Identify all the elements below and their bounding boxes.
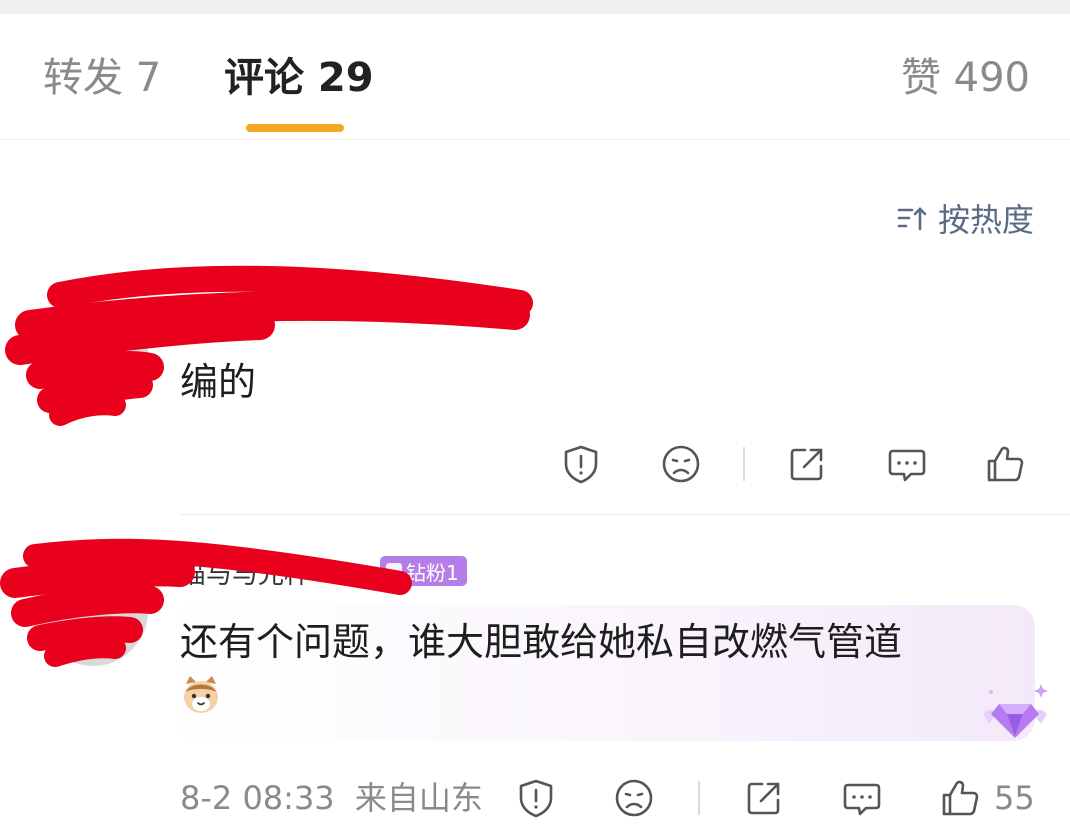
- action-separator: [698, 781, 700, 815]
- dislike-button[interactable]: [655, 438, 707, 490]
- sort-by-hot-button[interactable]: 按热度: [896, 196, 1034, 240]
- avatar[interactable]: [38, 300, 148, 410]
- active-tab-indicator: [246, 124, 344, 132]
- status-strip: [0, 0, 1070, 14]
- tab-reposts[interactable]: 转发 7: [43, 54, 161, 102]
- tab-comments[interactable]: 评论 29: [224, 54, 374, 102]
- reply-button[interactable]: [881, 438, 933, 490]
- comment-date: 8-2 08:33: [180, 779, 335, 817]
- sort-icon: [897, 207, 927, 231]
- comment-text: 还有个问题，谁大胆敢给她私自改燃气管道: [180, 620, 903, 664]
- username[interactable]: [180, 302, 500, 334]
- share-icon: [790, 448, 823, 481]
- like-button[interactable]: [934, 772, 986, 824]
- share-button[interactable]: [738, 772, 790, 824]
- dislike-button[interactable]: [608, 772, 660, 824]
- comment-text: 编的: [180, 360, 257, 404]
- like-button[interactable]: [979, 438, 1031, 490]
- dislike-icon: [615, 779, 653, 817]
- badge-icon: [386, 563, 402, 579]
- action-separator: [743, 447, 745, 481]
- reply-icon: [843, 783, 881, 816]
- like-count: 55: [994, 779, 1035, 817]
- diamond-fan-icon: [983, 684, 1048, 738]
- sort-label: 按热度: [937, 201, 1034, 239]
- report-button[interactable]: [510, 772, 562, 824]
- comment-divider: [180, 514, 1070, 515]
- dislike-icon: [662, 445, 700, 483]
- username[interactable]: 猫与与光杯: [180, 554, 310, 591]
- like-icon: [987, 446, 1024, 482]
- comment-location: 来自山东: [354, 779, 483, 817]
- comment-meta: 8-2 08:33 来自山东: [180, 776, 483, 820]
- reply-icon: [888, 449, 926, 482]
- comment-actions: 55: [510, 772, 1035, 824]
- badge-label: 钻粉1: [406, 560, 459, 585]
- like-icon: [942, 780, 979, 816]
- avatar[interactable]: [38, 556, 148, 666]
- share-icon: [747, 782, 780, 815]
- reply-button[interactable]: [836, 772, 888, 824]
- tab-likes[interactable]: 赞 490: [901, 54, 1030, 102]
- cat-emoji: [184, 676, 218, 713]
- report-icon: [564, 445, 598, 484]
- comment-actions: [555, 438, 1031, 490]
- tab-bar: 转发 7 评论 29 赞 490: [0, 14, 1070, 140]
- report-icon: [519, 779, 553, 818]
- share-button[interactable]: [781, 438, 833, 490]
- report-button[interactable]: [555, 438, 607, 490]
- diamond-fan-badge[interactable]: 钻粉1: [380, 556, 467, 586]
